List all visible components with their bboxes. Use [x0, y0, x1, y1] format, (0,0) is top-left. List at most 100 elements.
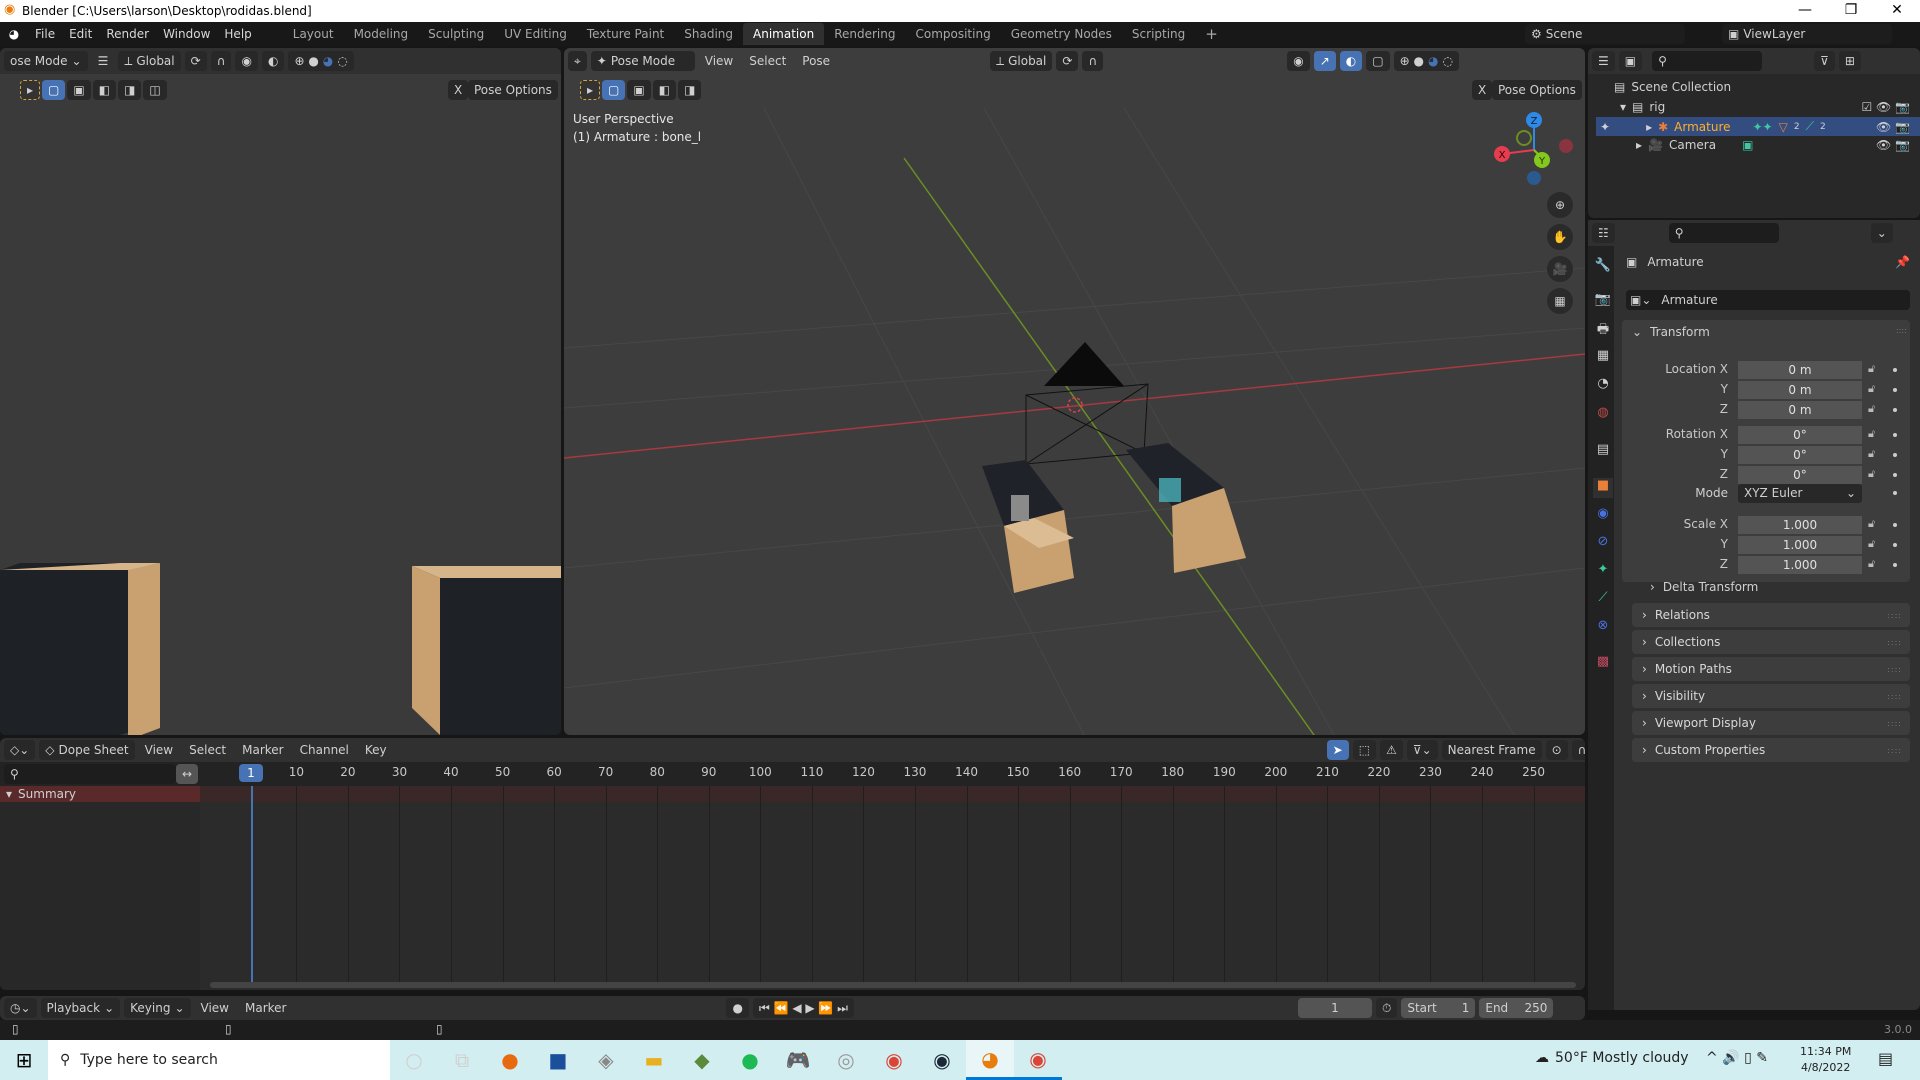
overlay-toggle-icon[interactable]: ◐ — [1339, 51, 1363, 71]
system-tray-icons[interactable]: ^ 🔊 ▯ ✎ — [1706, 1050, 1768, 1066]
rotation-z-field[interactable]: 0° — [1738, 466, 1862, 484]
summary-channel[interactable]: ▾ Summary — [0, 786, 200, 802]
3d-viewport[interactable]: ⌖ ✦ Pose Mode View Select Pose ⟂ Global ⟳ … — [564, 48, 1585, 735]
perspective-grid-icon[interactable]: ▦ — [1547, 288, 1573, 314]
select-mode-invert-icon[interactable]: ◨ — [118, 80, 142, 100]
end-frame-field[interactable]: End 250 — [1479, 998, 1554, 1018]
menu-channel[interactable]: Channel — [294, 743, 355, 757]
rotation-mode-dropdown[interactable]: XYZ Euler ⌄ — [1738, 484, 1862, 503]
drag-grip-icon[interactable]: :::: — [1896, 326, 1907, 335]
keyframe-dot-icon[interactable] — [1893, 491, 1897, 495]
select-mode-invert-icon[interactable]: ◨ — [678, 80, 702, 100]
menu-pose[interactable]: Pose — [796, 54, 836, 68]
visibility-icon[interactable]: ◉ — [235, 51, 258, 71]
keyframe-dot-icon[interactable] — [1893, 408, 1897, 412]
bone-constraints-tab-icon[interactable]: ⊗ — [1593, 618, 1613, 638]
playback-menu[interactable]: Playback ⌄ — [40, 998, 121, 1018]
add-workspace-button[interactable]: + — [1195, 21, 1228, 47]
outliner-search-input[interactable]: ⚲ — [1652, 51, 1763, 71]
select-mode-intersect-icon[interactable]: ◫ — [143, 80, 167, 100]
output-tab-icon[interactable]: 🖶 — [1593, 320, 1613, 340]
lock-icon[interactable]: 🔓︎ — [1868, 402, 1875, 416]
only-errors-icon[interactable]: ⚠ — [1380, 740, 1403, 760]
panel-viewport-display[interactable]: › Viewport Display:::: — [1632, 711, 1910, 735]
outliner-row-armature[interactable]: ✦ ▸ ✱ Armature ✦✦ ▽ 2 ⟋ 2 👁 📷 — [1596, 117, 1920, 136]
frame-ruler[interactable] — [0, 762, 1585, 786]
keyframe-dot-icon[interactable] — [1893, 543, 1897, 547]
shading-modes[interactable]: ⊕ ● ◕ ◌ — [1393, 51, 1459, 71]
select-mode-new-icon[interactable]: ▢ — [42, 80, 66, 100]
render-tab-icon[interactable]: 📷 — [1593, 292, 1613, 312]
tab-rendering[interactable]: Rendering — [824, 23, 905, 45]
firefox-icon[interactable]: ● — [486, 1040, 534, 1080]
chrome-icon[interactable]: ◉ — [870, 1040, 918, 1080]
shading-modes[interactable]: ⊕ ● ◕ ◌ — [288, 51, 354, 71]
tab-scripting[interactable]: Scripting — [1122, 23, 1195, 45]
options-dropdown-icon[interactable]: ⌄ — [1870, 223, 1893, 243]
orientation-selector[interactable]: ⟂ Global — [990, 51, 1053, 71]
select-mode-extend-icon[interactable]: ▣ — [67, 80, 91, 100]
tab-modeling[interactable]: Modeling — [344, 23, 419, 45]
xray-icon[interactable]: ▢ — [1366, 51, 1390, 71]
lock-icon[interactable]: 🔓︎ — [1868, 362, 1875, 376]
dopesheet-mode-selector[interactable]: ◇ Dope Sheet — [39, 740, 135, 760]
select-mode-subtract-icon[interactable]: ◧ — [652, 80, 677, 100]
keyframe-dot-icon[interactable] — [1893, 388, 1897, 392]
spotify-icon[interactable]: ● — [726, 1040, 774, 1080]
zoom-icon[interactable]: ⊕ — [1547, 192, 1573, 218]
keying-menu[interactable]: Keying ⌄ — [124, 998, 191, 1018]
left-orientation-selector[interactable]: ⟂ Global — [118, 51, 181, 71]
gizmo-toggle-icon[interactable]: ↗ — [1313, 51, 1336, 71]
taskbar-search[interactable]: ⚲ Type here to search — [48, 1040, 390, 1080]
object-tab-icon[interactable]: ■ — [1593, 478, 1613, 498]
menu-select[interactable]: Select — [183, 743, 232, 757]
proportional-edit-icon[interactable]: ⊙ — [1545, 740, 1568, 760]
menu-view[interactable]: View — [699, 54, 739, 68]
armature-data-tab-icon[interactable]: ✦ — [1593, 562, 1613, 582]
bone-tab-icon[interactable]: ⟋ — [1593, 590, 1613, 610]
clock[interactable]: 11:34 PM 4/8/2022 — [1800, 1044, 1851, 1076]
rotation-y-field[interactable]: 0° — [1738, 446, 1862, 464]
stopwatch-icon[interactable]: ⏱ — [1375, 998, 1398, 1018]
menu-window[interactable]: Window — [156, 27, 217, 41]
world-tab-icon[interactable]: ◍ — [1593, 405, 1613, 425]
x-mirror-toggle[interactable]: X — [448, 80, 469, 100]
store-icon[interactable]: ■ — [534, 1040, 582, 1080]
webcam-icon[interactable]: ◎ — [822, 1040, 870, 1080]
mode-selector[interactable]: ✦ Pose Mode — [590, 51, 695, 71]
scale-z-field[interactable]: 1.000 — [1738, 556, 1862, 574]
keyframe-dot-icon[interactable] — [1893, 473, 1897, 477]
menu-file[interactable]: File — [28, 27, 62, 41]
transform-header[interactable]: ⌄ Transform — [1632, 325, 1710, 339]
visibility-icon[interactable]: ◉ — [1287, 51, 1310, 71]
panel-custom-properties[interactable]: › Custom Properties:::: — [1632, 738, 1910, 762]
tab-compositing[interactable]: Compositing — [905, 23, 1000, 45]
editor-type-icon[interactable]: ◷⌄ — [4, 998, 37, 1018]
cortana-icon[interactable]: ○ — [390, 1040, 438, 1080]
playhead-line[interactable] — [251, 786, 253, 986]
lock-icon[interactable]: 🔓︎ — [1868, 557, 1875, 571]
location-z-field[interactable]: 0 m — [1738, 401, 1862, 419]
view-layer-selector[interactable]: ▣ ViewLayer — [1722, 24, 1892, 44]
tab-texture-paint[interactable]: Texture Paint — [577, 23, 674, 45]
overlay-icon[interactable]: ◐ — [261, 51, 285, 71]
scene-selector[interactable]: ⚙ Scene — [1525, 24, 1685, 44]
swap-icon[interactable]: ↔ — [176, 764, 199, 784]
drag-grip-icon[interactable]: :::: — [1887, 638, 1902, 647]
keyframe-dot-icon[interactable] — [1893, 368, 1897, 372]
location-x-field[interactable]: 0 m — [1738, 361, 1862, 379]
scale-y-field[interactable]: 1.000 — [1738, 536, 1862, 554]
drag-grip-icon[interactable]: :::: — [1887, 692, 1902, 701]
chrome-profile-icon[interactable]: ◉ — [1014, 1040, 1062, 1080]
keyframe-dot-icon[interactable] — [1893, 433, 1897, 437]
menu-view[interactable]: View — [139, 743, 179, 757]
drag-grip-icon[interactable]: :::: — [1887, 719, 1902, 728]
horizontal-scrollbar[interactable] — [210, 982, 1576, 988]
outliner-row-rig[interactable]: ▾ ▤ rig ☑ 👁 📷 — [1620, 100, 1910, 114]
snap-mode-selector[interactable]: Nearest Frame — [1441, 740, 1542, 760]
select-tool-icon[interactable]: ▸ — [580, 80, 601, 100]
only-selected-icon[interactable]: ➤ — [1326, 740, 1349, 760]
rotation-x-field[interactable]: 0° — [1738, 426, 1862, 444]
dope-sheet[interactable]: ◇⌄ ◇ Dope Sheet View Select Marker Channe… — [0, 738, 1585, 990]
select-mode-subtract-icon[interactable]: ◧ — [92, 80, 117, 100]
